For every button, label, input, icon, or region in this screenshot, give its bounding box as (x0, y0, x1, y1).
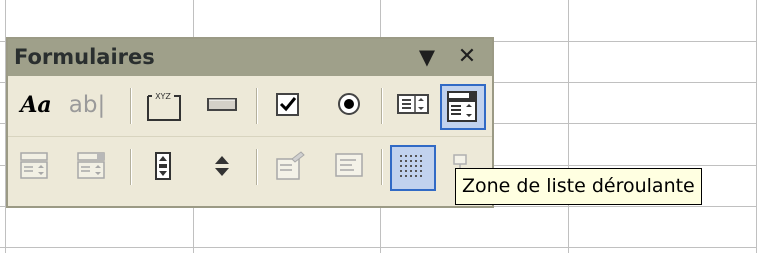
close-x-icon: ✕ (457, 44, 477, 69)
spinner-tool-button[interactable] (201, 145, 247, 191)
toolbar-title: Formulaires (14, 45, 155, 69)
list-box-tool-button[interactable] (392, 84, 438, 130)
label-tool-button[interactable]: Aa (13, 84, 59, 130)
combo-list-edit-tool-button[interactable] (13, 145, 59, 191)
group-box-tool-button[interactable]: XYZ (142, 84, 188, 130)
toolbar-separator (130, 88, 131, 124)
tooltip: Zone de liste déroulante (455, 168, 702, 205)
toolbar-separator (381, 149, 382, 185)
toolbar-options-dropdown[interactable]: ▼ (414, 45, 440, 69)
edit-code-icon (335, 153, 363, 177)
control-properties-button[interactable] (268, 145, 314, 191)
combo-box-icon (447, 91, 477, 122)
option-button-tool-button[interactable] (328, 84, 374, 130)
toolbar-row-2 (8, 136, 492, 197)
triangle-down-icon: ▼ (418, 45, 436, 69)
scrollbar-tool-button[interactable] (142, 145, 188, 191)
combo-list-edit-icon (20, 152, 48, 179)
scrollbar-icon (155, 152, 171, 180)
grid-icon (400, 155, 422, 177)
toolbar-separator (130, 149, 131, 185)
checkbox-tool-button[interactable] (268, 84, 314, 130)
radio-selected-icon (338, 93, 360, 115)
list-box-icon (397, 94, 429, 114)
column-gridline (568, 0, 569, 253)
svg-text:XYZ: XYZ (155, 92, 171, 101)
edit-code-button[interactable] (328, 145, 374, 191)
spinner-icon (215, 156, 229, 176)
checkbox-checked-icon (276, 93, 299, 116)
edit-box-ab-icon: ab| (68, 92, 106, 118)
push-button-tool-button[interactable] (201, 84, 247, 130)
toggle-grid-button[interactable] (390, 145, 436, 191)
combo-dropdown-edit-icon (77, 152, 105, 179)
row-gridline (0, 247, 757, 248)
button-icon (207, 98, 237, 111)
toolbar-close-button[interactable]: ✕ (454, 45, 480, 69)
toolbar-row-1: Aa ab| XYZ (8, 76, 492, 136)
edit-box-tool-button[interactable]: ab| (64, 84, 110, 130)
group-box-xyz-icon: XYZ (147, 92, 181, 121)
combo-dropdown-edit-tool-button[interactable] (70, 145, 116, 191)
toolbar-separator (381, 88, 382, 124)
toolbar-separator (256, 149, 257, 185)
toolbar-separator (256, 88, 257, 124)
control-properties-icon (276, 151, 305, 180)
combo-box-tool-button[interactable] (440, 84, 486, 130)
label-aa-icon: Aa (20, 92, 52, 118)
forms-toolbar: Formulaires ▼ ✕ Aa ab| XYZ (6, 37, 494, 208)
toolbar-titlebar[interactable]: Formulaires ▼ ✕ (8, 39, 492, 76)
